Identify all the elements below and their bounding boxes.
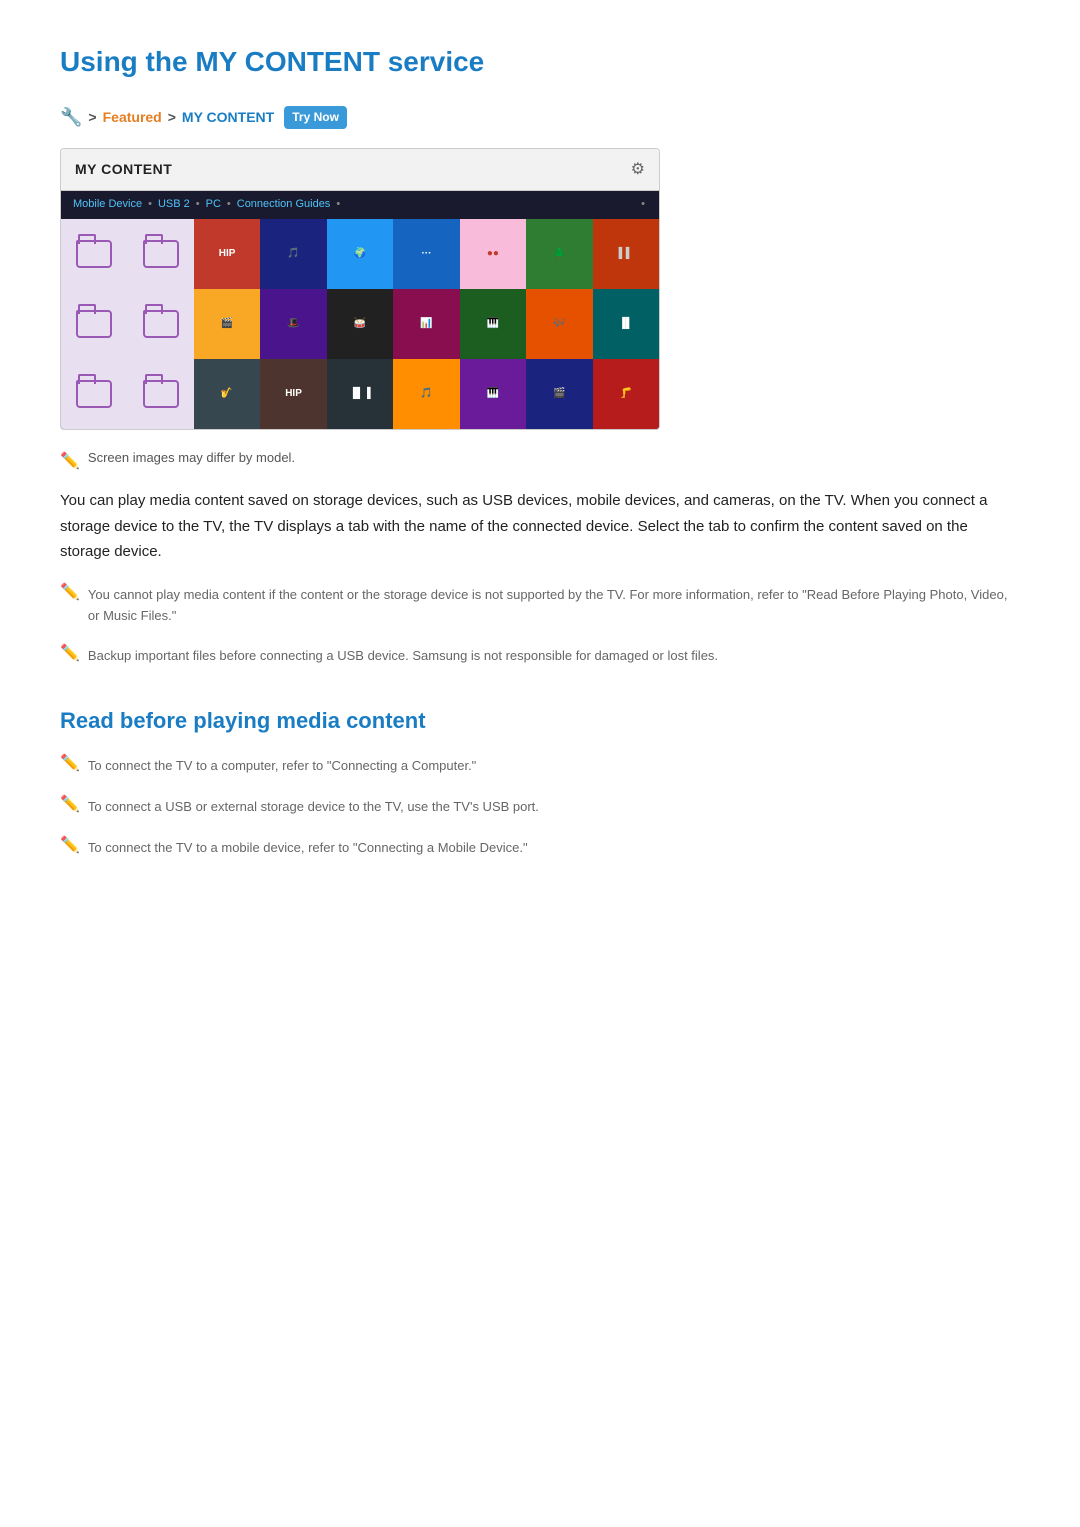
body-text: You can play media content saved on stor… [60, 488, 1020, 565]
media-cell-folder-2[interactable] [127, 219, 193, 289]
page-title: Using the MY CONTENT service [60, 40, 1020, 85]
media-cell-hip-2[interactable]: 🎷 [194, 359, 260, 429]
cell-label: ▐▌ [617, 314, 635, 334]
cell-label: 🥁 [352, 314, 368, 334]
cell-label: 🎵 [418, 384, 434, 404]
section2-title: Read before playing media content [60, 703, 1020, 738]
note-row-2: ✏️ Backup important files before connect… [60, 640, 1020, 673]
tab-usb2[interactable]: USB 2 [158, 196, 190, 214]
media-cell-21[interactable]: 🦵 [593, 359, 659, 429]
media-cell-5[interactable]: ··· [393, 219, 459, 289]
cell-label: HIP [217, 244, 238, 264]
media-cell-11[interactable]: 🥁 [327, 289, 393, 359]
section2-note-row-3: ✏️ To connect the TV to a mobile device,… [60, 832, 1020, 865]
cell-label: 🎹 [485, 384, 501, 404]
mycontent-panel-title: MY CONTENT [75, 158, 172, 180]
media-cell-folder-6[interactable] [127, 359, 193, 429]
media-cell-folder-3[interactable] [61, 289, 127, 359]
cell-label: 🎶 [551, 314, 567, 334]
mycontent-header: MY CONTENT ⚙ [61, 149, 659, 192]
media-cell-folder-4[interactable] [127, 289, 193, 359]
media-cell-20[interactable]: 🎬 [526, 359, 592, 429]
folder-icon [143, 380, 179, 408]
cell-label: 📊 [418, 314, 434, 334]
section2-note-text-2: To connect a USB or external storage dev… [88, 797, 539, 818]
tabs-bar: Mobile Device • USB 2 • PC • Connection … [61, 191, 659, 219]
section2-note-text-3: To connect the TV to a mobile device, re… [88, 838, 528, 859]
folder-icon [143, 240, 179, 268]
media-cell-12[interactable]: 📊 [393, 289, 459, 359]
section2-note-text-1: To connect the TV to a computer, refer t… [88, 756, 476, 777]
folder-icon [76, 380, 112, 408]
cell-label: 🎬 [551, 384, 567, 404]
cell-label: ▌▌ [617, 244, 635, 264]
media-cell-10[interactable]: 🎩 [260, 289, 326, 359]
note-pencil-icon-3: ✏️ [60, 751, 80, 777]
cell-label: 🎵 [285, 244, 301, 264]
cell-label: 🌍 [352, 244, 368, 264]
cell-label: ●● [485, 244, 501, 264]
cell-label: 🎷 [219, 384, 235, 404]
tab-mobile-device[interactable]: Mobile Device [73, 196, 142, 214]
try-now-badge[interactable]: Try Now [284, 106, 347, 129]
tab-connection-guides[interactable]: Connection Guides [237, 196, 331, 214]
media-cell-16[interactable]: HIP [260, 359, 326, 429]
gear-icon[interactable]: ⚙ [631, 157, 645, 183]
cell-label: 🎬 [219, 314, 235, 334]
media-cell-8[interactable]: ▌▌ [593, 219, 659, 289]
note-row-1: ✏️ You cannot play media content if the … [60, 579, 1020, 633]
cell-label: 🦵 [618, 384, 634, 404]
cell-label: 🎩 [285, 314, 301, 334]
breadcrumb-home-icon: 🔧 [60, 103, 82, 132]
section2-notes: ✏️ To connect the TV to a computer, refe… [60, 750, 1020, 864]
tab-pc[interactable]: PC [206, 196, 221, 214]
media-cell-18[interactable]: 🎵 [393, 359, 459, 429]
breadcrumb: 🔧 > Featured > MY CONTENT Try Now [60, 103, 1020, 132]
section2-note-row-1: ✏️ To connect the TV to a computer, refe… [60, 750, 1020, 783]
note-pencil-icon: ✏️ [60, 449, 80, 475]
mycontent-panel: MY CONTENT ⚙ Mobile Device • USB 2 • PC … [60, 148, 660, 430]
media-cell-13[interactable]: 🎹 [460, 289, 526, 359]
cell-label: 🎹 [485, 314, 501, 334]
note-pencil-icon-2: ✏️ [60, 641, 80, 667]
media-cell-folder-5[interactable] [61, 359, 127, 429]
cell-label: ··· [419, 244, 433, 264]
cell-label: HIP [283, 384, 304, 404]
media-grid: HIP 🎵 🌍 ··· ●● 🌲 ▌▌ 🎬 🎩 [61, 219, 659, 429]
media-cell-19[interactable]: 🎹 [460, 359, 526, 429]
media-cell-6[interactable]: ●● [460, 219, 526, 289]
note-pencil-icon-1: ✏️ [60, 580, 80, 606]
image-note-text: Screen images may differ by model. [88, 448, 295, 469]
section2-note-row-2: ✏️ To connect a USB or external storage … [60, 791, 1020, 824]
cell-label: ▐▌▐ [347, 384, 372, 404]
breadcrumb-sep-1: > [88, 106, 96, 128]
note-text-2: Backup important files before connecting… [88, 646, 718, 667]
media-cell-9[interactable]: 🎬 [194, 289, 260, 359]
cell-label: 🌲 [551, 244, 567, 264]
note-pencil-icon-5: ✏️ [60, 833, 80, 859]
media-cell-14[interactable]: 🎶 [526, 289, 592, 359]
breadcrumb-mycontent[interactable]: MY CONTENT [182, 106, 274, 128]
note-pencil-icon-4: ✏️ [60, 792, 80, 818]
media-cell-hip-1[interactable]: HIP [194, 219, 260, 289]
media-cell-3[interactable]: 🎵 [260, 219, 326, 289]
folder-icon [76, 310, 112, 338]
folder-icon [143, 310, 179, 338]
media-cell-folder-1[interactable] [61, 219, 127, 289]
media-cell-15[interactable]: ▐▌ [593, 289, 659, 359]
note-text-1: You cannot play media content if the con… [88, 585, 1020, 627]
folder-icon [76, 240, 112, 268]
media-cell-7[interactable]: 🌲 [526, 219, 592, 289]
media-cell-17[interactable]: ▐▌▐ [327, 359, 393, 429]
media-cell-4[interactable]: 🌍 [327, 219, 393, 289]
breadcrumb-sep-2: > [168, 106, 176, 128]
breadcrumb-featured[interactable]: Featured [103, 106, 162, 128]
image-note-row: ✏️ Screen images may differ by model. [60, 448, 1020, 475]
